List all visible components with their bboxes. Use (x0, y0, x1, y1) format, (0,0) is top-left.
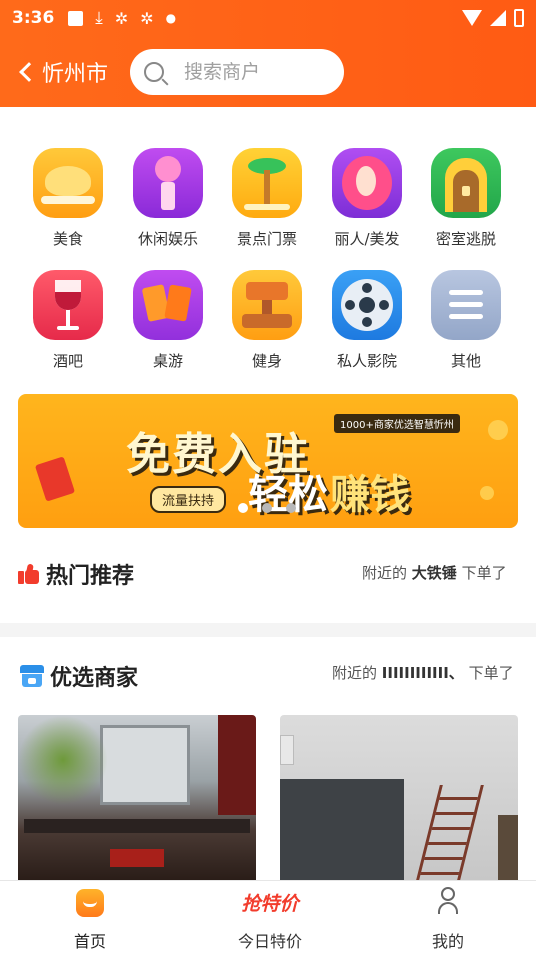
tab-label: 今日特价 (237, 932, 302, 951)
city-label: 忻州市 (42, 62, 109, 87)
back-button[interactable]: 忻州市 (19, 56, 109, 88)
film-reel-icon (332, 270, 402, 340)
status-bar: 3:36 ⤓ ✲ ✲ ● (0, 0, 536, 36)
thumbs-up-icon (18, 563, 40, 584)
category-board-games[interactable]: 桌游 (118, 270, 218, 371)
carousel-dot[interactable] (238, 503, 248, 513)
note-suffix: 下单了 (461, 564, 507, 582)
battery-icon (514, 9, 524, 27)
hot-title-text: 热门推荐 (46, 564, 135, 589)
status-time: 3:36 (12, 8, 55, 28)
food-icon (33, 148, 103, 218)
merchant-title-text: 优选商家 (50, 666, 139, 691)
nav-row: 忻州市 (0, 48, 536, 96)
hot-activity-note: 附近的 大铁锤 下单了 (362, 562, 507, 583)
category-label: 美食 (52, 230, 83, 248)
escape-room-icon (431, 148, 501, 218)
dumbbell-icon (232, 270, 302, 340)
notification-icons: ⤓ ✲ ✲ ● (68, 8, 176, 28)
note-prefix: 附近的 (362, 564, 408, 582)
category-label: 休闲娱乐 (137, 230, 198, 248)
carousel-dot[interactable] (286, 503, 296, 513)
banner-tag: 1000+商家优选智慧忻州 (334, 414, 460, 433)
category-other[interactable]: 其他 (416, 270, 516, 371)
header-bar: 3:36 ⤓ ✲ ✲ ● 忻州市 (0, 0, 536, 107)
bug-icon: ✲ (140, 8, 154, 28)
category-label: 酒吧 (52, 352, 83, 370)
palm-tree-icon (232, 148, 302, 218)
chevron-left-icon (19, 62, 39, 82)
wifi-icon (462, 10, 482, 26)
signal-icon (490, 10, 506, 26)
category-label: 密室逃脱 (435, 230, 496, 248)
tab-mine[interactable]: 我的 (398, 881, 498, 954)
microphone-icon (133, 148, 203, 218)
carousel-indicator (238, 503, 296, 513)
category-leisure[interactable]: 休闲娱乐 (118, 148, 218, 249)
wall-ac (280, 735, 294, 765)
category-label: 其他 (450, 352, 481, 370)
cards-icon (133, 270, 203, 340)
search-icon (144, 62, 165, 82)
carousel-dot[interactable] (262, 503, 272, 513)
note-name: IIIIIIIIIIII、 (381, 664, 464, 682)
category-label: 景点门票 (236, 230, 297, 248)
beauty-icon (332, 148, 402, 218)
category-food[interactable]: 美食 (18, 148, 118, 249)
search-input[interactable] (184, 61, 315, 83)
home-icon (76, 889, 104, 917)
category-label: 私人影院 (336, 352, 397, 370)
download-icon: ⤓ (95, 8, 103, 28)
storefront-window (100, 725, 190, 805)
note-suffix: 下单了 (468, 664, 514, 682)
category-scenic[interactable]: 景点门票 (217, 148, 317, 249)
category-fitness[interactable]: 健身 (217, 270, 317, 371)
a-icon (68, 10, 84, 26)
merchant-activity-note: 附近的 IIIIIIIIIIII、 下单了 (332, 662, 514, 683)
banner-subline-b: 赚钱 (330, 472, 410, 518)
storefront-sign (110, 849, 164, 867)
wine-glass-icon (33, 270, 103, 340)
user-icon (438, 887, 458, 917)
category-bar[interactable]: 酒吧 (18, 270, 118, 371)
tree-foliage (18, 715, 108, 805)
merchant-photo[interactable] (280, 715, 518, 880)
list-icon (431, 270, 501, 340)
bug-icon: ✲ (114, 8, 129, 28)
app-page: 3:36 ⤓ ✲ ✲ ● 忻州市 搜索商户 美食 休闲娱乐 景点门票 丽人/美发… (0, 0, 536, 954)
tab-label: 我的 (431, 932, 464, 951)
tab-today-special[interactable]: 抢特价 今日特价 (200, 881, 340, 954)
shop-icon (20, 665, 44, 687)
category-label: 丽人/美发 (334, 230, 400, 248)
banner-pill: 流量扶持 (150, 486, 227, 513)
tab-label: 首页 (73, 932, 106, 951)
category-beauty[interactable]: 丽人/美发 (317, 148, 417, 249)
note-name: 大铁锤 (411, 564, 457, 582)
note-prefix: 附近的 (332, 664, 378, 682)
category-private-cinema[interactable]: 私人影院 (317, 270, 417, 371)
hot-section-title: 热门推荐 (18, 558, 134, 590)
staircase (416, 785, 484, 880)
tab-home[interactable]: 首页 (40, 881, 140, 954)
bottom-tab-bar: 首页 抢特价 今日特价 我的 (0, 880, 536, 954)
red-envelope-icon (34, 456, 76, 502)
merchant-section-title: 优选商家 (20, 660, 138, 692)
projection-screen (280, 779, 404, 880)
storefront-banner (218, 715, 256, 815)
category-label: 健身 (251, 352, 282, 370)
storefront-roof (24, 819, 250, 833)
door (498, 815, 518, 880)
special-price-icon: 抢特价 (214, 891, 326, 917)
system-icons (462, 9, 524, 27)
category-escape-room[interactable]: 密室逃脱 (416, 148, 516, 249)
coin-icon (480, 486, 494, 500)
special-price-badge: 抢特价 (241, 893, 299, 915)
dot-icon: ● (165, 11, 177, 25)
search-box[interactable] (130, 49, 345, 95)
coin-icon (488, 420, 508, 440)
merchant-photo[interactable] (18, 715, 256, 880)
category-label: 桌游 (152, 352, 183, 370)
